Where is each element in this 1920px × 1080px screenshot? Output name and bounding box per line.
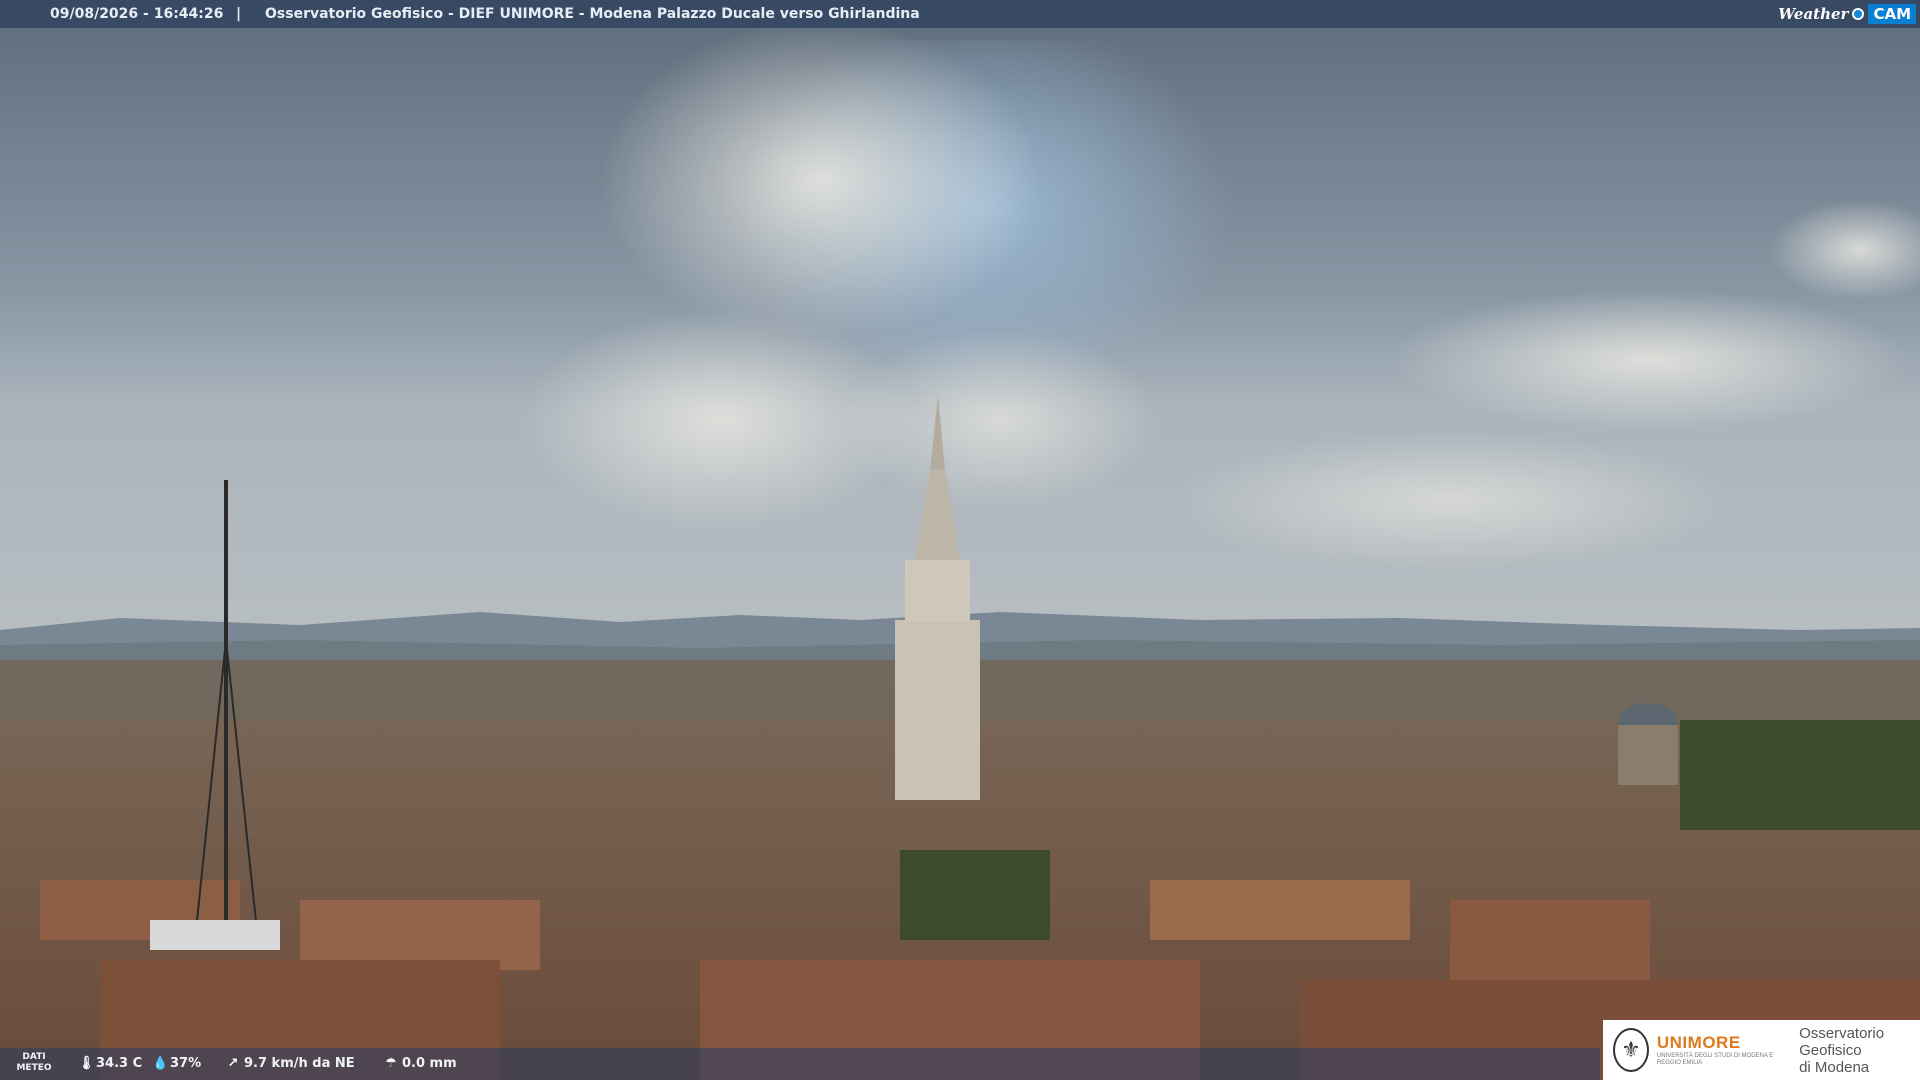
top-info-bar: 09/08/2026 - 16:44:26 | Osservatorio Geo… — [0, 0, 1920, 28]
humidity-value: 37% — [170, 1056, 202, 1071]
unimore-brand: UNIMORE UNIVERSITÀ DEGLI STUDI DI MODENA… — [1657, 1033, 1787, 1067]
rain-icon: ☂ — [385, 1055, 397, 1071]
unimore-observatory-logo: ⚜ UNIMORE UNIVERSITÀ DEGLI STUDI DI MODE… — [1603, 1020, 1920, 1080]
header-separator: | — [236, 6, 242, 22]
camera-title: Osservatorio Geofisico - DIEF UNIMORE - … — [265, 6, 920, 22]
thermometer-icon: 🌡 — [78, 1055, 95, 1071]
rain-reading: ☂ 0.0 mm — [384, 1055, 457, 1071]
unimore-subtitle: UNIVERSITÀ DEGLI STUDI DI MODENA E REGGI… — [1656, 1053, 1774, 1066]
timestamp: 09/08/2026 - 16:44:26 — [50, 6, 224, 22]
unimore-name: UNIMORE — [1657, 1033, 1787, 1053]
humidity-reading: 💧 37% — [152, 1056, 201, 1071]
wind-reading: ↗ 9.7 km/h da NE — [226, 1056, 355, 1071]
observatory-line1: Osservatorio Geofisico — [1799, 1024, 1885, 1059]
weathercam-logo: Weather CAM — [1778, 0, 1920, 28]
university-seal-icon: ⚜ — [1613, 1028, 1649, 1072]
weather-data-label: DATI METEO — [16, 1052, 52, 1073]
weather-data-bar: DATI METEO 🌡 34.3 C 💧 37% ↗ 9.7 km/h da … — [0, 1048, 1600, 1080]
temperature-value: 34.3 C — [96, 1056, 143, 1071]
droplet-icon: 💧 — [152, 1055, 169, 1071]
rain-value: 0.0 mm — [402, 1056, 457, 1071]
weathercam-dot-icon — [1852, 8, 1865, 20]
weathercam-weather-text: Weather — [1778, 5, 1849, 23]
wind-icon: ↗ — [227, 1055, 239, 1071]
wind-value: 9.7 km/h da NE — [244, 1056, 355, 1071]
dome — [1618, 703, 1678, 785]
observatory-line2: di Modena — [1799, 1058, 1870, 1076]
observatory-name: Osservatorio Geofisico di Modena — [1799, 1025, 1920, 1076]
webcam-scene — [0, 0, 1920, 1080]
weathercam-cam-text: CAM — [1868, 4, 1916, 24]
temperature-reading: 🌡 34.3 C — [78, 1056, 142, 1071]
unimore-text: UNIMORE — [1656, 1033, 1741, 1052]
